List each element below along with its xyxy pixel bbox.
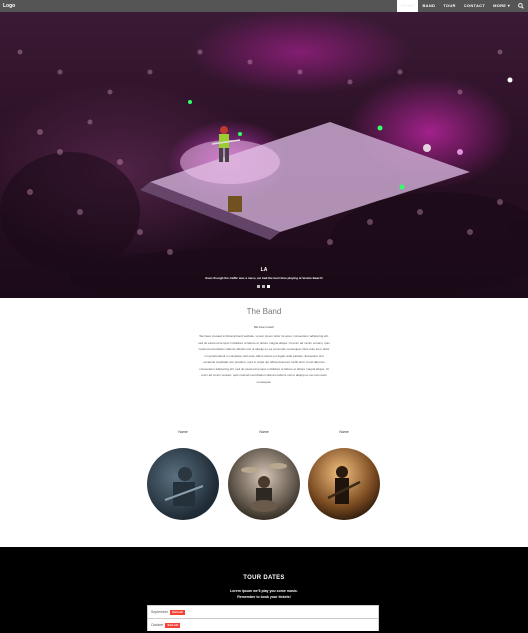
band-member-3: Name [308, 430, 380, 520]
nav-contact[interactable]: CONTACT [460, 0, 489, 12]
carousel-dot-3[interactable] [267, 285, 270, 288]
search-icon [518, 3, 524, 9]
tour-subtitle-line-2: Remember to book your tickets! [237, 595, 291, 599]
tour-section: TOUR DATES Lorem ipsum we'll play you so… [0, 547, 528, 633]
carousel-indicators [257, 285, 270, 288]
concert-image [0, 49, 528, 298]
hero-carousel[interactable]: LA Even though the traffic was a mess, w… [0, 12, 528, 298]
member-photo[interactable] [147, 448, 219, 520]
tour-subtitle: Lorem ipsum we'll play you some music. R… [0, 588, 528, 600]
band-member-1: Name [147, 430, 219, 520]
tour-dates-list: September Sold out! October Sold out! [147, 605, 379, 631]
member-name: Name [178, 430, 188, 434]
band-description: We have created a fictional band website… [198, 334, 330, 384]
search-button[interactable] [514, 0, 528, 12]
guitarist-image [164, 467, 204, 506]
nav-menu: HOME BAND TOUR CONTACT MORE ▾ [397, 0, 528, 12]
nav-tour[interactable]: TOUR [439, 0, 459, 12]
tour-month: September [151, 610, 169, 614]
band-member-2: Name [228, 430, 300, 520]
member-photo[interactable] [308, 448, 380, 520]
carousel-caption-title: LA [260, 267, 268, 273]
carousel-dot-1[interactable] [257, 285, 260, 288]
drummer-image [241, 463, 287, 512]
tour-month: October [151, 623, 164, 627]
tour-title: TOUR DATES [243, 575, 285, 581]
navbar: Logo HOME BAND TOUR CONTACT MORE ▾ [0, 0, 528, 12]
nav-band[interactable]: BAND [418, 0, 439, 12]
member-name: Name [259, 430, 269, 434]
tour-date-row: September Sold out! [147, 605, 379, 618]
nav-more-dropdown[interactable]: MORE ▾ [489, 0, 514, 12]
member-photo[interactable] [228, 448, 300, 520]
band-section-subtitle: We love music! [253, 325, 275, 329]
logo[interactable]: Logo [0, 3, 15, 9]
nav-home[interactable]: HOME [397, 0, 419, 12]
sold-out-badge: Sold out! [170, 609, 185, 615]
carousel-caption-text: Even though the traffic was a mess, we h… [205, 276, 323, 280]
band-section-title: The Band [246, 307, 282, 316]
member-name: Name [339, 430, 349, 434]
tour-date-row: October Sold out! [147, 618, 379, 631]
sold-out-badge: Sold out! [165, 622, 181, 628]
nav-home-label: HOME [401, 3, 415, 8]
bassist-image [327, 466, 361, 504]
carousel-dot-2[interactable] [262, 285, 265, 288]
